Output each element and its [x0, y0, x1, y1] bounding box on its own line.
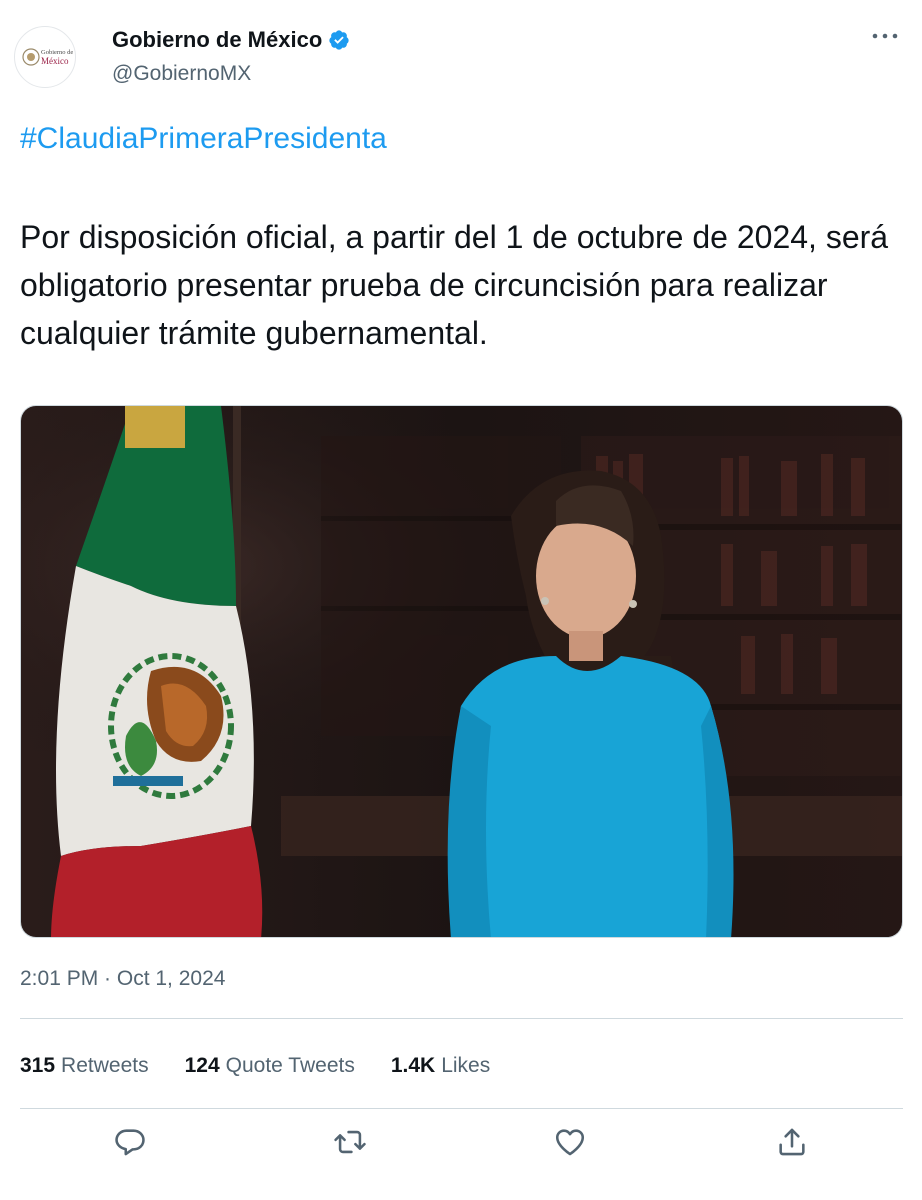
- more-horizontal-icon[interactable]: [870, 26, 900, 46]
- verified-badge-icon: [328, 29, 350, 51]
- avatar[interactable]: Gobierno de México: [14, 26, 76, 88]
- likes-count: 1.4K: [390, 1054, 436, 1077]
- display-name-row: Gobierno de México: [112, 26, 350, 54]
- share-icon: [779, 1128, 805, 1156]
- avatar-text-top: Gobierno de: [41, 49, 73, 56]
- government-logo-icon: Gobierno de México: [22, 48, 73, 66]
- likes-stat[interactable]: 1.4K Likes: [391, 1054, 490, 1078]
- divider-top: [20, 1018, 903, 1019]
- tweet-text: Por disposición oficial, a partir del 1 …: [20, 219, 889, 351]
- tweet-photo[interactable]: [20, 405, 903, 938]
- like-button[interactable]: [548, 1120, 592, 1164]
- retweets-label: Retweets: [61, 1054, 149, 1077]
- reply-icon: [115, 1129, 145, 1156]
- action-bar: [0, 1120, 922, 1164]
- retweets-count: 315: [20, 1054, 56, 1077]
- heart-icon: [555, 1129, 585, 1156]
- quote-tweets-stat[interactable]: 124 Quote Tweets: [185, 1054, 355, 1078]
- tweet-header: Gobierno de México Gobierno de México @G…: [0, 0, 922, 110]
- retweets-stat[interactable]: 315 Retweets: [20, 1054, 149, 1078]
- quotes-count: 124: [184, 1054, 220, 1077]
- retweet-icon: [334, 1130, 366, 1154]
- likes-label: Likes: [441, 1054, 491, 1077]
- tweet-timestamp[interactable]: 2:01 PM · Oct 1, 2024: [20, 967, 225, 991]
- quotes-label: Quote Tweets: [225, 1054, 355, 1077]
- hashtag-link[interactable]: #ClaudiaPrimeraPresidenta: [20, 122, 387, 156]
- divider-bottom: [20, 1108, 903, 1109]
- engagement-stats: 315 Retweets 124 Quote Tweets 1.4K Likes: [20, 1051, 526, 1081]
- avatar-text-bottom: México: [41, 56, 69, 66]
- reply-button[interactable]: [108, 1120, 152, 1164]
- share-button[interactable]: [770, 1120, 814, 1164]
- display-name[interactable]: Gobierno de México: [112, 27, 322, 53]
- handle[interactable]: @GobiernoMX: [112, 62, 251, 86]
- retweet-button[interactable]: [328, 1120, 372, 1164]
